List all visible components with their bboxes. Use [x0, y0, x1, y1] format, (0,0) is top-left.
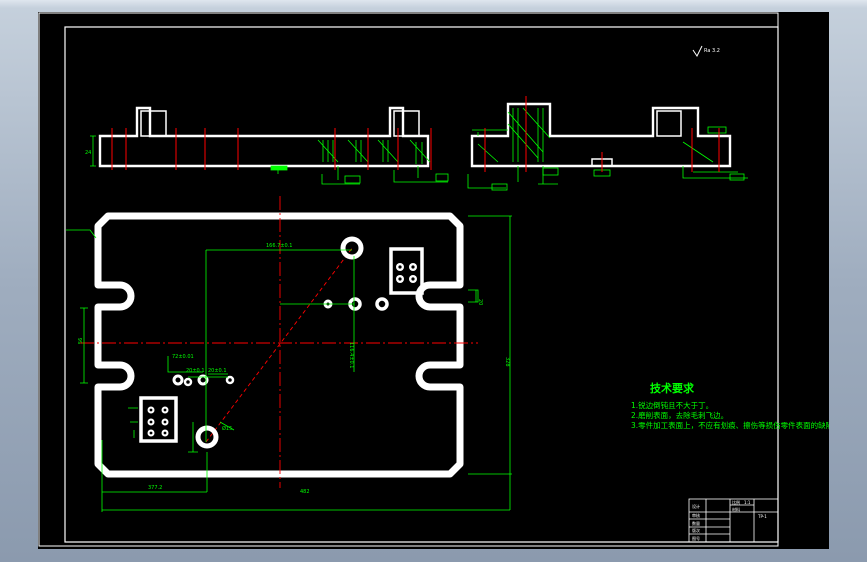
side-section-view — [467, 96, 748, 191]
drawing-canvas: Ra 3.2 24 482 377.2 166.7±0.1 328 56 20 … — [38, 12, 829, 547]
title-cell-review: 审核 — [692, 512, 700, 518]
front-section-view: 24 — [85, 106, 449, 185]
dim-bottom-partial: 377.2 — [148, 485, 162, 491]
title-cell-scale-value: 1:1 — [744, 500, 751, 505]
plan-view: 482 377.2 166.7±0.1 328 56 20 116.4±0.1 … — [66, 196, 512, 512]
cad-viewport[interactable]: Ra 3.2 24 482 377.2 166.7±0.1 328 56 20 … — [38, 12, 829, 549]
hole-top — [340, 236, 364, 260]
title-block-code: TP-1 — [757, 514, 767, 519]
pocket-bottom-left — [139, 396, 178, 443]
title-block: 设计 审核 比例 1:1 材料 数量 版次 图号 TP-1 — [688, 498, 779, 543]
dim-right-slot: 20 — [477, 299, 483, 305]
dim-small-pitch: 20±0.1 — [186, 368, 205, 374]
diagonal-centerline — [205, 246, 354, 443]
tech-requirements: 技术要求 1.锐边倒钝且不大于丁。 2.磨削表面，去除毛刺飞边。 3.零件加工表… — [631, 381, 829, 430]
tech-req-item-3: 3.零件加工表面上，不应有划痕、擦伤等损伤零件表面的缺陷。 — [631, 420, 829, 430]
hole-bottom — [195, 425, 219, 449]
tech-req-title: 技术要求 — [650, 381, 695, 395]
roughness-symbol: Ra 3.2 — [692, 45, 720, 57]
title-cell-design: 设计 — [692, 503, 700, 509]
dim-hole-pitch: 20±0.1 — [208, 368, 227, 374]
tech-req-item-1: 1.锐边倒钝且不大于丁。 — [631, 400, 713, 410]
dim-right-height: 328 — [504, 357, 510, 367]
title-cell-material: 材料 — [732, 506, 740, 512]
title-cell-scale: 比例 — [732, 499, 740, 505]
tech-req-item-2: 2.磨削表面，去除毛刺飞边。 — [631, 410, 728, 420]
dim-center-vertical: 116.4±0.1 — [348, 342, 354, 368]
pocket-top-right — [389, 247, 424, 295]
sheet-outer-border — [38, 12, 779, 547]
title-cell-qty: 数量 — [692, 520, 700, 526]
title-cell-drawing-no: 图号 — [692, 535, 700, 541]
dim-top-offset: 166.7±0.1 — [266, 243, 292, 249]
title-cell-rev: 版次 — [692, 527, 700, 533]
roughness-label: Ra 3.2 — [704, 48, 720, 54]
dim-hole-spacing: 72±0.01 — [172, 354, 194, 360]
dim-hole-diameter: Ø15 — [222, 425, 232, 432]
dim-overall-width: 482 — [300, 489, 310, 495]
dim-left-height: 56 — [78, 338, 84, 344]
front-view-thickness-label: 24 — [85, 150, 91, 156]
